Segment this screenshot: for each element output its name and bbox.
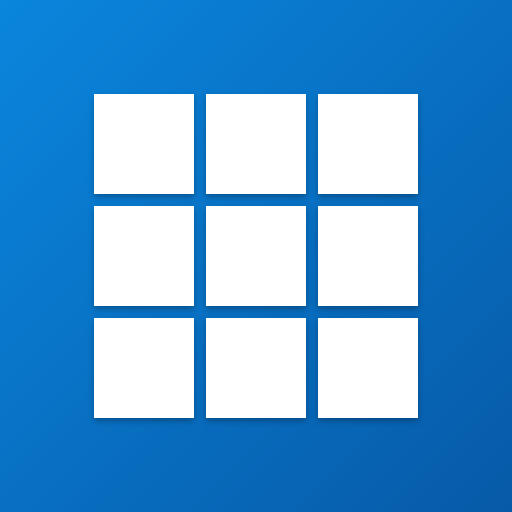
grid-tile [206,94,306,194]
grid-tile [318,94,418,194]
grid-tile [318,318,418,418]
grid-tile [94,94,194,194]
grid-tile [318,206,418,306]
grid-tile [94,318,194,418]
app-icon [0,0,512,512]
grid-tile [206,206,306,306]
grid-icon [94,94,418,418]
grid-tile [206,318,306,418]
grid-tile [94,206,194,306]
